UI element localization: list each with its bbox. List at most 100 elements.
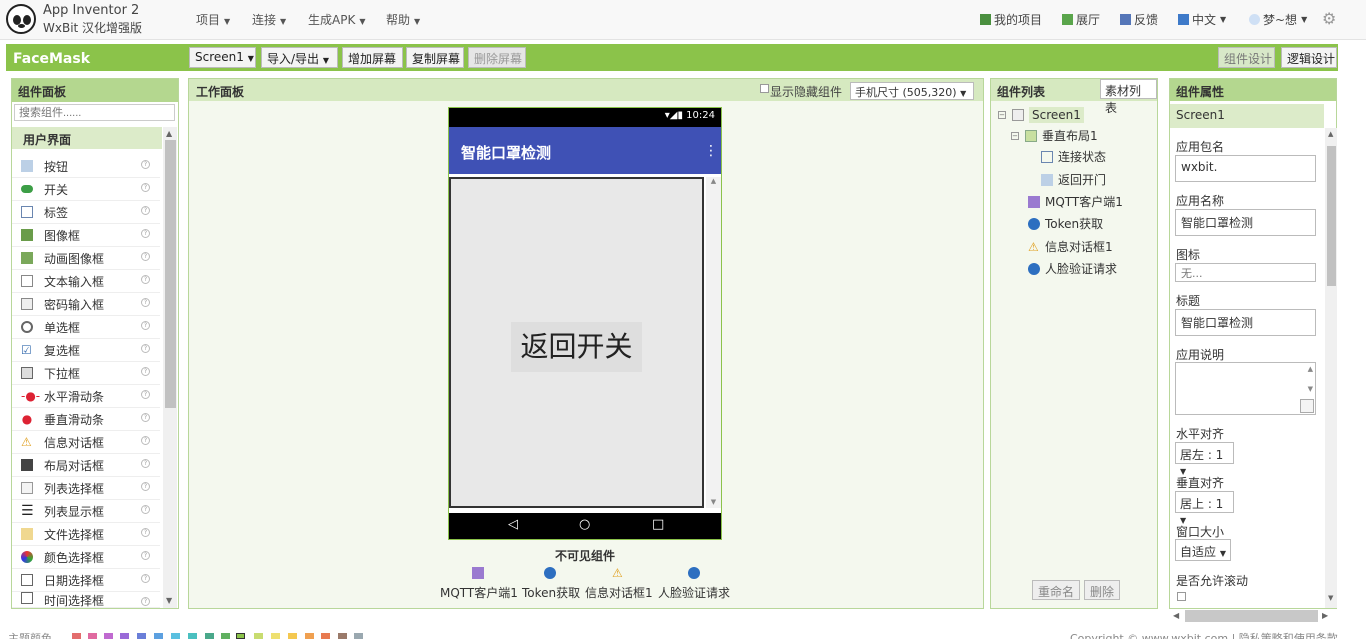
user-menu[interactable]: 梦~想 ▼ [1249, 11, 1307, 28]
theme-swatch[interactable] [354, 633, 363, 639]
palette-item[interactable]: 下拉框? [12, 362, 160, 385]
delete-screen-button[interactable]: 删除屏幕 [468, 47, 526, 68]
home-icon[interactable]: ○ [579, 517, 590, 532]
collapse-icon[interactable]: − [1011, 131, 1019, 140]
palette-item[interactable]: ⚠ 信息对话框? [12, 431, 160, 454]
palette-item[interactable]: 单选框? [12, 316, 160, 339]
help-icon[interactable]: ? [141, 528, 150, 537]
nonvisible-token[interactable]: Token获取 [522, 584, 580, 601]
theme-swatch-selected[interactable] [236, 633, 245, 639]
halign-select[interactable]: 居左 : 1 ▼ [1175, 442, 1234, 476]
palette-item[interactable]: 日期选择框? [12, 569, 160, 592]
rename-button[interactable]: 重命名 [1032, 580, 1081, 600]
help-icon[interactable]: ? [141, 160, 150, 169]
help-icon[interactable]: ? [141, 206, 150, 215]
screen-select[interactable]: Screen1 ▼ [189, 47, 256, 68]
theme-swatch[interactable] [72, 633, 81, 639]
help-icon[interactable]: ? [141, 344, 150, 353]
menu-help[interactable]: 帮助 ▼ [386, 11, 420, 28]
gallery-link[interactable]: 展厅 [1062, 11, 1100, 28]
help-icon[interactable]: ? [141, 413, 150, 422]
palette-scroll-thumb[interactable] [165, 140, 176, 408]
scroll-down-icon[interactable]: ▼ [1328, 594, 1333, 602]
palette-item[interactable]: 时间选择框? [12, 592, 160, 608]
theme-swatch[interactable] [137, 633, 146, 639]
help-icon[interactable]: ? [141, 298, 150, 307]
collapse-icon[interactable]: − [998, 111, 1006, 119]
theme-swatch[interactable] [205, 633, 214, 639]
package-input[interactable]: wxbit. [1175, 155, 1316, 182]
theme-swatch[interactable] [221, 633, 230, 639]
theme-swatch[interactable] [288, 633, 297, 639]
scroll-checkbox[interactable] [1177, 592, 1186, 601]
language-menu[interactable]: 中文 ▼ [1178, 11, 1226, 28]
about-textarea[interactable]: ▲ ▼ [1175, 362, 1316, 415]
scroll-up-icon[interactable]: ▲ [1328, 130, 1333, 138]
palette-item[interactable]: 按钮? [12, 155, 160, 178]
palette-item[interactable]: 布局对话框? [12, 454, 160, 477]
palette-item[interactable]: 动画图像框? [12, 247, 160, 270]
tree-node-label[interactable]: 连接状态 [1041, 148, 1106, 165]
my-projects-link[interactable]: 我的项目 [980, 11, 1042, 28]
palette-item[interactable]: -●- 水平滑动条? [12, 385, 160, 408]
theme-swatch[interactable] [305, 633, 314, 639]
appname-input[interactable]: 智能口罩检测 [1175, 209, 1316, 236]
scroll-up-icon[interactable]: ▲ [166, 129, 172, 138]
palette-item[interactable]: 密码输入框? [12, 293, 160, 316]
copy-screen-button[interactable]: 复制屏幕 [406, 47, 464, 68]
theme-swatch[interactable] [338, 633, 347, 639]
tree-node-mqtt[interactable]: MQTT客户端1 [1028, 193, 1123, 210]
menu-build-apk[interactable]: 生成APK ▼ [308, 11, 365, 28]
phone-scrollbar[interactable]: ▲ ▼ [706, 177, 721, 508]
tree-node-screen1[interactable]: − Screen1 [998, 107, 1084, 123]
import-export-button[interactable]: 导入/导出 ▼ [261, 47, 338, 68]
help-icon[interactable]: ? [141, 229, 150, 238]
palette-item[interactable]: 开关? [12, 178, 160, 201]
back-icon[interactable]: ◁ [508, 517, 518, 532]
help-icon[interactable]: ? [141, 597, 150, 606]
palette-search-input[interactable] [14, 104, 175, 121]
help-icon[interactable]: ? [141, 183, 150, 192]
feedback-link[interactable]: 反馈 [1120, 11, 1158, 28]
theme-swatch[interactable] [321, 633, 330, 639]
help-icon[interactable]: ? [141, 390, 150, 399]
tree-node-notifier[interactable]: ⚠ 信息对话框1 [1028, 238, 1113, 255]
theme-swatch[interactable] [254, 633, 263, 639]
theme-swatch[interactable] [271, 633, 280, 639]
winsize-select[interactable]: 自适应 ▼ [1175, 539, 1231, 561]
tree-node-vertical-arrangement[interactable]: − 垂直布局1 [1011, 127, 1098, 144]
help-icon[interactable]: ? [141, 551, 150, 560]
gear-icon[interactable]: ⚙ [1322, 9, 1336, 28]
palette-item[interactable]: 标签? [12, 201, 160, 224]
phone-size-select[interactable]: 手机尺寸 (505,320) ▼ [850, 82, 974, 100]
theme-swatch[interactable] [188, 633, 197, 639]
help-icon[interactable]: ? [141, 275, 150, 284]
add-screen-button[interactable]: 增加屏幕 [342, 47, 403, 68]
theme-swatch[interactable] [104, 633, 113, 639]
overflow-menu-icon[interactable]: ⋮ [704, 143, 718, 159]
help-icon[interactable]: ? [141, 574, 150, 583]
tree-node-face-request[interactable]: 人脸验证请求 [1028, 260, 1117, 277]
properties-hscrollbar[interactable] [1185, 610, 1318, 622]
tree-node-button[interactable]: 返回开门 [1041, 171, 1106, 188]
palette-item[interactable]: ● 垂直滑动条? [12, 408, 160, 431]
help-icon[interactable]: ? [141, 505, 150, 514]
icon-picker[interactable]: 无... [1175, 263, 1316, 282]
theme-swatch[interactable] [120, 633, 129, 639]
show-hidden-checkbox[interactable] [760, 84, 769, 93]
delete-button[interactable]: 删除 [1084, 580, 1121, 600]
blocks-button[interactable]: 逻辑设计 [1281, 47, 1337, 68]
menu-project[interactable]: 项目 ▼ [196, 11, 230, 28]
help-icon[interactable]: ? [141, 436, 150, 445]
theme-swatch[interactable] [171, 633, 180, 639]
palette-item[interactable]: 文件选择框? [12, 523, 160, 546]
palette-item[interactable]: ☑ 复选框? [12, 339, 160, 362]
valign-select[interactable]: 居上 : 1 ▼ [1175, 491, 1234, 525]
nonvisible-notifier[interactable]: 信息对话框1 [585, 584, 653, 601]
theme-swatch[interactable] [154, 633, 163, 639]
scroll-right-icon[interactable]: ▶ [1322, 611, 1328, 620]
palette-item[interactable]: 图像框? [12, 224, 160, 247]
theme-swatch[interactable] [88, 633, 97, 639]
nonvisible-face-request[interactable]: 人脸验证请求 [658, 584, 730, 601]
title-input[interactable]: 智能口罩检测 [1175, 309, 1316, 336]
